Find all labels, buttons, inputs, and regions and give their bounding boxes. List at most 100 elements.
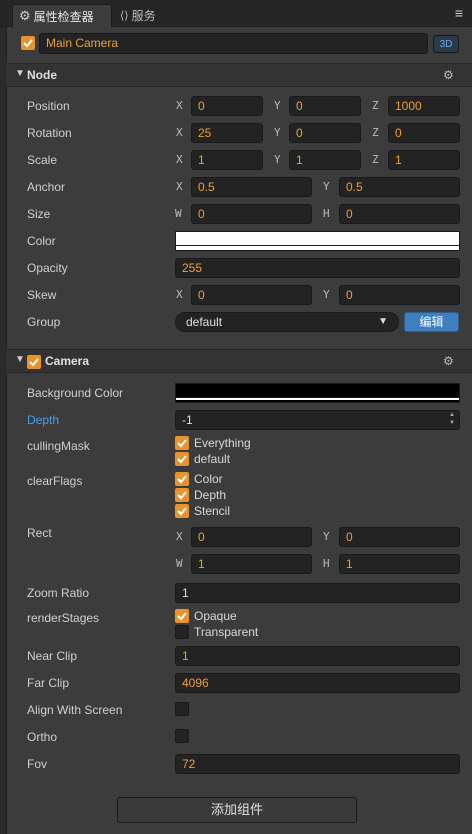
- clear-flags-label: clearFlags: [27, 474, 83, 488]
- node-active-checkbox[interactable]: [21, 36, 35, 50]
- rect-x-input[interactable]: 0: [191, 527, 312, 547]
- size-label: Size: [27, 207, 51, 221]
- node-name-input[interactable]: Main Camera: [39, 33, 428, 54]
- node-section-header[interactable]: ▼ Node ⚙: [6, 63, 472, 87]
- camera-section-header[interactable]: ▼ Camera ⚙: [6, 349, 472, 373]
- size-w-input[interactable]: 0: [191, 204, 312, 224]
- check-icon: [177, 612, 187, 621]
- render-opaque-label: Opaque: [194, 609, 237, 623]
- anchor-y-input[interactable]: 0.5: [339, 177, 460, 197]
- anchor-x-axis: X: [176, 180, 183, 193]
- align-with-screen-checkbox[interactable]: [175, 702, 189, 716]
- size-h-input[interactable]: 0: [339, 204, 460, 224]
- scale-label: Scale: [27, 153, 58, 167]
- size-w-axis: W: [175, 207, 182, 220]
- check-icon: [177, 455, 187, 464]
- group-label: Group: [27, 315, 61, 329]
- zoom-ratio-input[interactable]: 1: [175, 583, 460, 603]
- culling-everything-checkbox[interactable]: [175, 436, 189, 450]
- collapse-arrow-icon[interactable]: ▼: [15, 68, 25, 79]
- depth-input[interactable]: -1 ▲ ▼: [175, 410, 460, 430]
- culling-default-checkbox[interactable]: [175, 452, 189, 466]
- position-y-input[interactable]: 0: [289, 96, 361, 116]
- clear-stencil-checkbox[interactable]: [175, 504, 189, 518]
- dropdown-arrow-icon: ▼: [378, 316, 388, 327]
- skew-y-axis: Y: [323, 288, 330, 301]
- depth-value: -1: [182, 413, 193, 427]
- render-stages-label: renderStages: [27, 611, 100, 625]
- group-select[interactable]: default ▼: [175, 312, 399, 332]
- position-z-axis: Z: [372, 99, 379, 112]
- camera-settings-gear-icon[interactable]: ⚙: [443, 354, 454, 368]
- clear-depth-checkbox[interactable]: [175, 488, 189, 502]
- anchor-y-axis: Y: [323, 180, 330, 193]
- scale-x-axis: X: [176, 153, 183, 166]
- rotation-x-axis: X: [176, 126, 183, 139]
- scale-x-input[interactable]: 1: [191, 150, 263, 170]
- position-z-input[interactable]: 1000: [388, 96, 460, 116]
- rotation-x-input[interactable]: 25: [191, 123, 263, 143]
- depth-label: Depth: [27, 413, 60, 427]
- depth-stepper[interactable]: ▲ ▼: [447, 411, 457, 429]
- position-x-input[interactable]: 0: [191, 96, 263, 116]
- scale-z-input[interactable]: 1: [388, 150, 460, 170]
- color-swatch[interactable]: [175, 231, 460, 251]
- rect-label: Rect: [27, 526, 52, 540]
- position-label: Position: [27, 99, 70, 113]
- skew-x-input[interactable]: 0: [191, 285, 312, 305]
- tab-bar: ⚙ 属性检查器 ⟨⟩ 服务 ≡: [0, 0, 472, 27]
- rect-w-input[interactable]: 1: [191, 554, 312, 574]
- anchor-label: Anchor: [27, 180, 66, 194]
- node-settings-gear-icon[interactable]: ⚙: [443, 68, 454, 82]
- check-icon: [177, 507, 187, 516]
- opacity-input[interactable]: 255: [175, 258, 460, 278]
- skew-label: Skew: [27, 288, 57, 302]
- render-opaque-checkbox[interactable]: [175, 609, 189, 623]
- rect-x-axis: X: [176, 530, 183, 543]
- mode-3d-button[interactable]: 3D: [433, 35, 459, 53]
- edit-group-button[interactable]: 编辑: [404, 312, 459, 332]
- alpha-strip: [176, 245, 459, 248]
- far-clip-input[interactable]: 4096: [175, 673, 460, 693]
- rect-y-axis: Y: [323, 530, 330, 543]
- panel-menu-icon[interactable]: ≡: [450, 6, 468, 20]
- rect-h-axis: H: [323, 557, 330, 570]
- alpha-strip: [176, 397, 459, 400]
- tab-services-label: 服务: [131, 9, 156, 23]
- tab-services[interactable]: ⟨⟩ 服务: [114, 4, 162, 27]
- size-h-axis: H: [323, 207, 330, 220]
- culling-mask-label: cullingMask: [27, 439, 90, 453]
- skew-y-input[interactable]: 0: [339, 285, 460, 305]
- clear-color-label: Color: [194, 472, 223, 486]
- rotation-y-axis: Y: [274, 126, 281, 139]
- collapse-arrow-icon[interactable]: ▼: [15, 354, 25, 365]
- clear-color-checkbox[interactable]: [175, 472, 189, 486]
- rotation-z-input[interactable]: 0: [388, 123, 460, 143]
- anchor-x-input[interactable]: 0.5: [191, 177, 312, 197]
- tab-inspector[interactable]: ⚙ 属性检查器: [12, 4, 112, 27]
- rotation-y-input[interactable]: 0: [289, 123, 361, 143]
- add-component-button[interactable]: 添加组件: [117, 797, 357, 823]
- ortho-checkbox[interactable]: [175, 729, 189, 743]
- scale-y-input[interactable]: 1: [289, 150, 361, 170]
- rect-w-axis: W: [176, 557, 183, 570]
- fov-input[interactable]: 72: [175, 754, 460, 774]
- zoom-ratio-label: Zoom Ratio: [27, 586, 90, 600]
- gear-icon: ⚙: [19, 8, 31, 23]
- rect-h-input[interactable]: 1: [339, 554, 460, 574]
- culling-default-label: default: [194, 452, 231, 466]
- rotation-label: Rotation: [27, 126, 72, 140]
- near-clip-input[interactable]: 1: [175, 646, 460, 666]
- rect-y-input[interactable]: 0: [339, 527, 460, 547]
- check-icon: [29, 358, 39, 367]
- render-transparent-checkbox[interactable]: [175, 625, 189, 639]
- ortho-label: Ortho: [27, 730, 58, 744]
- align-with-screen-label: Align With Screen: [27, 703, 123, 717]
- clear-depth-label: Depth: [194, 488, 227, 502]
- near-clip-label: Near Clip: [27, 649, 78, 663]
- check-icon: [177, 439, 187, 448]
- background-color-swatch[interactable]: [175, 383, 460, 403]
- camera-enabled-checkbox[interactable]: [27, 355, 41, 369]
- services-icon: ⟨⟩: [120, 10, 129, 22]
- camera-section-title: Camera: [45, 354, 90, 368]
